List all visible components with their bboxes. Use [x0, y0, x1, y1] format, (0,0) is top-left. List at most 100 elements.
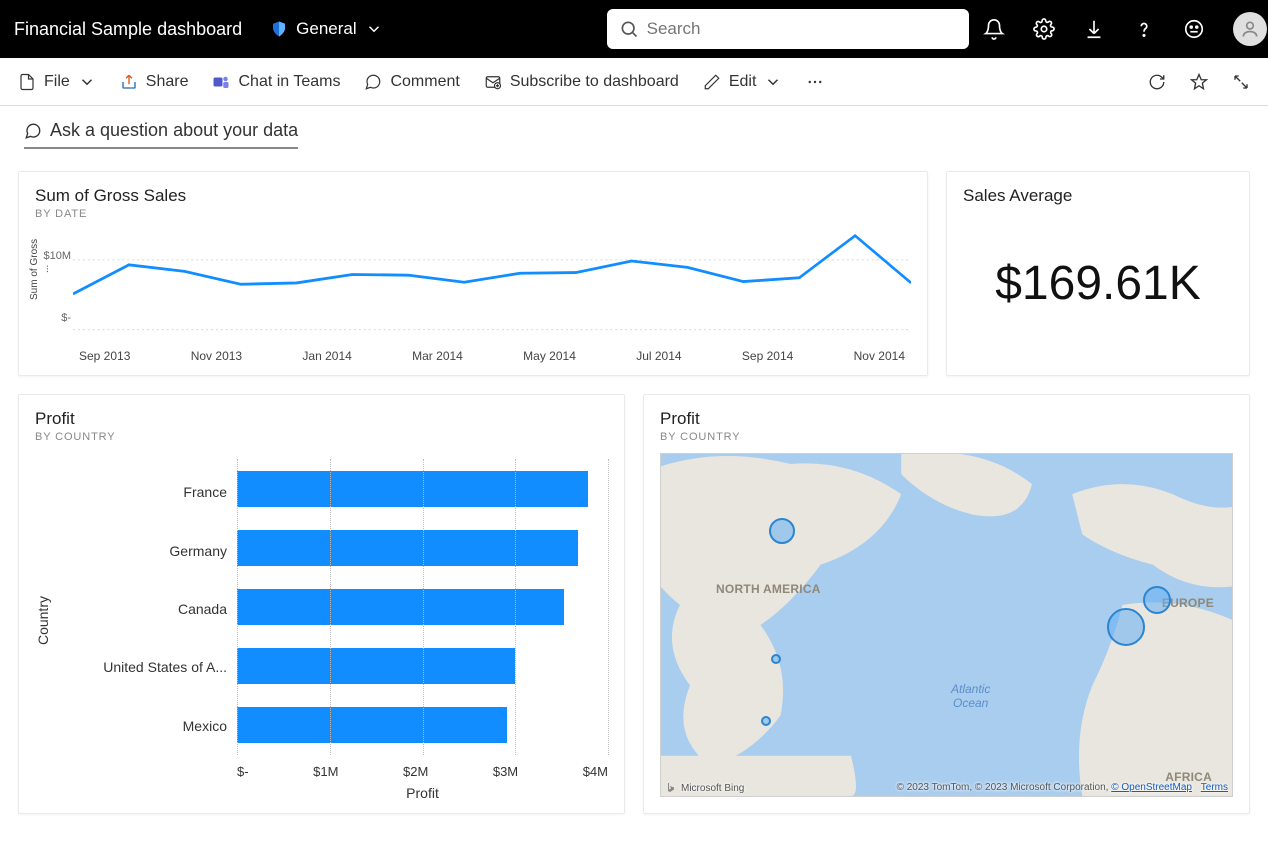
bar-category-label: Germany — [169, 543, 227, 559]
file-label: File — [44, 73, 70, 91]
kpi-value: $169.61K — [995, 256, 1201, 311]
x-tick: $- — [237, 764, 249, 779]
edit-label: Edit — [729, 73, 757, 91]
search-box[interactable] — [607, 9, 969, 49]
notifications-button[interactable] — [983, 18, 1005, 40]
comment-icon — [364, 73, 382, 91]
bottom-row: Profit BY COUNTRY Country FranceGermanyC… — [18, 394, 1250, 814]
terms-link[interactable]: Terms — [1201, 782, 1228, 793]
share-label: Share — [146, 73, 189, 91]
chat-icon — [24, 122, 42, 140]
x-tick: $2M — [403, 764, 428, 779]
sensitivity-label-dropdown[interactable]: General — [270, 19, 382, 39]
bar-category-label: Mexico — [183, 718, 227, 734]
command-bar: File Share Chat in Teams Comment Subscri… — [0, 58, 1268, 106]
more-options-button[interactable] — [806, 73, 824, 91]
share-button[interactable]: Share — [120, 73, 189, 91]
bar[interactable] — [237, 471, 588, 507]
osm-link[interactable]: © OpenStreetMap — [1111, 782, 1192, 793]
x-tick: May 2014 — [523, 349, 576, 363]
map-bubble-france[interactable] — [1107, 608, 1145, 646]
qa-row: Ask a question about your data — [0, 106, 1268, 149]
fullscreen-button[interactable] — [1232, 73, 1250, 91]
subscribe-label: Subscribe to dashboard — [510, 73, 679, 91]
bar[interactable] — [237, 707, 507, 743]
map-copyright: © 2023 TomTom, © 2023 Microsoft Corporat… — [897, 782, 1228, 794]
bar[interactable] — [237, 648, 515, 684]
tile-title: Sales Average — [963, 186, 1233, 206]
x-tick: Jul 2014 — [636, 349, 681, 363]
line-chart: Sum of Gross ... $10M $- Sep 2013 Nov 201… — [35, 226, 911, 361]
bar-category-label: United States of A... — [103, 659, 227, 675]
x-tick: Sep 2013 — [79, 349, 130, 363]
chat-teams-label: Chat in Teams — [238, 73, 340, 91]
x-tick: $3M — [493, 764, 518, 779]
teams-icon — [212, 73, 230, 91]
file-menu[interactable]: File — [18, 73, 96, 91]
tile-title: Profit — [660, 409, 1233, 429]
download-button[interactable] — [1083, 18, 1105, 40]
search-input[interactable] — [647, 19, 957, 39]
qa-input[interactable]: Ask a question about your data — [24, 120, 298, 149]
gridline — [237, 459, 238, 755]
dashboard-grid: Sum of Gross Sales BY DATE Sum of Gross … — [0, 149, 1268, 836]
bar-chart: FranceGermanyCanadaUnited States of A...… — [57, 459, 608, 799]
chevron-down-icon — [764, 73, 782, 91]
y-tick: $10M — [43, 250, 71, 262]
x-tick: Sep 2014 — [742, 349, 793, 363]
x-tick: $4M — [583, 764, 608, 779]
bing-icon — [665, 782, 677, 794]
map-attribution: Microsoft Bing © 2023 TomTom, © 2023 Mic… — [665, 782, 1228, 794]
map-canvas[interactable]: NORTH AMERICA EUROPE AFRICA Atlantic Oce… — [660, 453, 1233, 797]
favorite-button[interactable] — [1190, 73, 1208, 91]
shield-icon — [270, 19, 288, 39]
map-label-ocean: Atlantic Ocean — [951, 682, 990, 710]
sensitivity-label-text: General — [296, 19, 356, 39]
y-axis-title: Country — [35, 596, 51, 645]
bar-category-label: Canada — [178, 601, 227, 617]
tile-gross-sales[interactable]: Sum of Gross Sales BY DATE Sum of Gross … — [18, 171, 928, 376]
subscribe-button[interactable]: Subscribe to dashboard — [484, 73, 679, 91]
share-icon — [120, 73, 138, 91]
feedback-button[interactable] — [1183, 18, 1205, 40]
bar-plot: $-$1M$2M$3M$4M Profit — [237, 459, 608, 799]
bing-logo: Microsoft Bing — [665, 782, 744, 794]
x-tick: Nov 2013 — [191, 349, 242, 363]
y-tick: $- — [61, 312, 71, 324]
map-bubble-germany[interactable] — [1143, 586, 1171, 614]
account-avatar[interactable] — [1233, 12, 1267, 46]
settings-button[interactable] — [1033, 18, 1055, 40]
bar-categories: FranceGermanyCanadaUnited States of A...… — [57, 459, 237, 799]
line-chart-svg — [73, 226, 911, 361]
qa-placeholder: Ask a question about your data — [50, 120, 298, 141]
tile-profit-map[interactable]: Profit BY COUNTRY NORTH AMERICA EUROPE A… — [643, 394, 1250, 814]
tile-profit-bar[interactable]: Profit BY COUNTRY Country FranceGermanyC… — [18, 394, 625, 814]
bar[interactable] — [237, 530, 578, 566]
y-axis: Sum of Gross ... $10M $- — [35, 226, 73, 361]
comment-button[interactable]: Comment — [364, 73, 459, 91]
chevron-down-icon — [365, 19, 383, 39]
gridline — [515, 459, 516, 755]
tile-title: Profit — [35, 409, 608, 429]
header-actions — [983, 12, 1267, 46]
map-bubble-canada[interactable] — [769, 518, 795, 544]
chat-in-teams-button[interactable]: Chat in Teams — [212, 73, 340, 91]
bar-x-labels: $-$1M$2M$3M$4M — [237, 764, 608, 779]
map-bubble-mexico[interactable] — [761, 716, 771, 726]
x-tick: Jan 2014 — [302, 349, 351, 363]
x-tick: Nov 2014 — [854, 349, 905, 363]
map-bubble-usa[interactable] — [771, 654, 781, 664]
refresh-button[interactable] — [1148, 73, 1166, 91]
map-label-na: NORTH AMERICA — [716, 582, 821, 596]
x-tick: Mar 2014 — [412, 349, 463, 363]
x-axis-labels: Sep 2013 Nov 2013 Jan 2014 Mar 2014 May 2014… — [73, 349, 911, 363]
gridline — [330, 459, 331, 755]
bar-chart-container: Country FranceGermanyCanadaUnited States… — [35, 443, 608, 799]
help-button[interactable] — [1133, 18, 1155, 40]
file-icon — [18, 73, 36, 91]
tile-title: Sum of Gross Sales — [35, 186, 911, 206]
tile-sales-average[interactable]: Sales Average $169.61K — [946, 171, 1250, 376]
edit-menu[interactable]: Edit — [703, 73, 783, 91]
edit-icon — [703, 73, 721, 91]
gridline — [608, 459, 609, 755]
